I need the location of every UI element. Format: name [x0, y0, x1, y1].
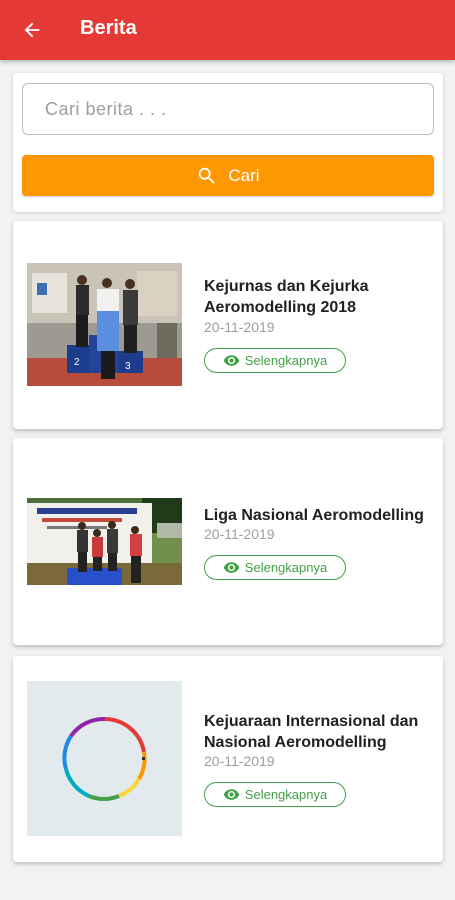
- read-more-label: Selengkapnya: [244, 353, 328, 368]
- svg-text:2: 2: [74, 357, 80, 368]
- eye-icon: [223, 559, 240, 576]
- search-card: Cari: [13, 73, 443, 212]
- news-date: 20-11-2019: [204, 319, 275, 335]
- news-card[interactable]: Kejuaraan Internasional dan Nasional Aer…: [13, 656, 443, 862]
- read-more-button[interactable]: Selengkapnya: [204, 348, 346, 373]
- news-thumbnail: [27, 681, 182, 836]
- news-thumbnail: 2 3: [27, 263, 182, 386]
- search-button[interactable]: Cari: [22, 155, 434, 196]
- loading-ring-icon: [62, 716, 147, 801]
- read-more-label: Selengkapnya: [244, 560, 328, 575]
- page-title: Berita: [80, 17, 137, 39]
- read-more-button[interactable]: Selengkapnya: [204, 782, 346, 807]
- news-date: 20-11-2019: [204, 753, 275, 769]
- news-card[interactable]: 2 3 Kejurnas dan Kejurka Aeromodelling 2…: [13, 221, 443, 429]
- svg-text:3: 3: [125, 361, 131, 372]
- arrow-left-icon: [24, 22, 40, 38]
- news-date: 20-11-2019: [204, 526, 275, 542]
- app-bar: Berita: [0, 0, 455, 60]
- eye-icon: [223, 786, 240, 803]
- search-icon: [196, 165, 218, 187]
- news-card[interactable]: Liga Nasional Aeromodelling 20-11-2019 S…: [13, 438, 443, 645]
- news-title: Kejurnas dan Kejurka Aeromodelling 2018: [204, 278, 369, 316]
- read-more-button[interactable]: Selengkapnya: [204, 555, 346, 580]
- news-title: Kejuaraan Internasional dan Nasional Aer…: [204, 713, 419, 751]
- news-thumbnail: [27, 498, 182, 585]
- back-button[interactable]: [18, 16, 46, 44]
- search-button-label: Cari: [228, 165, 260, 185]
- search-input[interactable]: [22, 83, 434, 135]
- read-more-label: Selengkapnya: [244, 787, 328, 802]
- news-title: Liga Nasional Aeromodelling: [204, 507, 424, 524]
- eye-icon: [223, 352, 240, 369]
